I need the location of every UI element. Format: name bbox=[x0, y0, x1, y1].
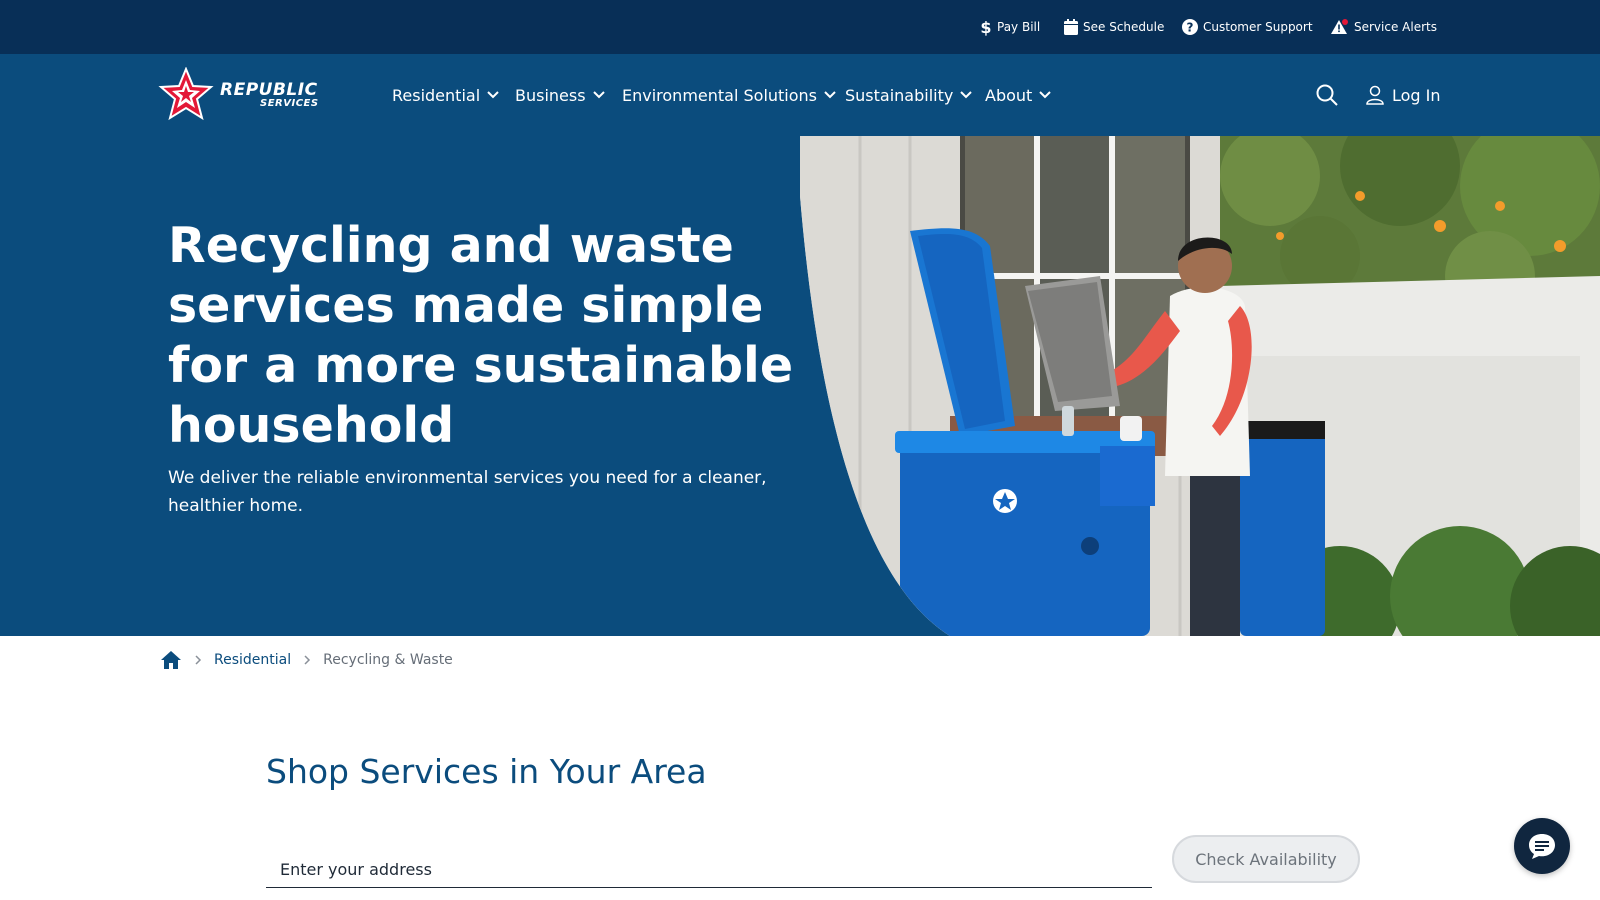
search-button[interactable] bbox=[1315, 83, 1339, 107]
hero-title: Recycling and waste services made simple… bbox=[168, 217, 794, 454]
hero-photo bbox=[800, 136, 1600, 636]
nav-residential-label: Residential bbox=[392, 85, 481, 105]
shop-services-title: Shop Services in Your Area bbox=[266, 752, 707, 791]
search-icon bbox=[1316, 84, 1338, 106]
see-schedule-label: See Schedule bbox=[1083, 20, 1165, 34]
nav-about[interactable]: About bbox=[985, 83, 1052, 107]
breadcrumb-residential[interactable]: Residential bbox=[214, 652, 291, 668]
service-alerts-link[interactable]: Service Alerts bbox=[1331, 17, 1437, 37]
nav-environmental-solutions-label: Environmental Solutions bbox=[622, 85, 818, 105]
see-schedule-link[interactable]: See Schedule bbox=[1064, 17, 1164, 37]
nav-about-label: About bbox=[985, 85, 1033, 105]
star-logo-icon bbox=[158, 67, 214, 121]
breadcrumb: Residential Recycling & Waste bbox=[160, 648, 453, 672]
pay-bill-link[interactable]: $ Pay Bill bbox=[980, 17, 1040, 37]
chevron-down-icon bbox=[960, 91, 973, 99]
chat-bubble-icon bbox=[1529, 834, 1555, 859]
hero-section: Recycling and waste services made simple… bbox=[0, 136, 1600, 636]
chevron-right-icon bbox=[303, 654, 311, 666]
hero-subtitle: We deliver the reliable environmental se… bbox=[168, 468, 767, 516]
chevron-down-icon bbox=[824, 91, 836, 99]
dollar-icon: $ bbox=[980, 18, 991, 36]
nav-business[interactable]: Business bbox=[515, 83, 606, 107]
question-circle-icon: ? bbox=[1182, 19, 1198, 35]
login-label: Log In bbox=[1392, 85, 1441, 105]
chevron-down-icon bbox=[592, 91, 605, 99]
logo-line-1: REPUBLIC bbox=[220, 79, 318, 100]
warning-triangle-icon bbox=[1331, 19, 1348, 34]
nav-business-label: Business bbox=[515, 85, 586, 105]
service-alerts-label: Service Alerts bbox=[1354, 20, 1437, 34]
logo-line-2: SERVICES bbox=[260, 97, 319, 109]
check-availability-button[interactable]: Check Availability bbox=[1172, 835, 1360, 883]
chevron-down-icon bbox=[1039, 91, 1052, 99]
nav-sustainability[interactable]: Sustainability bbox=[845, 83, 973, 107]
utility-bar: $ Pay Bill See Schedule ? Customer Suppo… bbox=[0, 0, 1600, 54]
customer-support-link[interactable]: ? Customer Support bbox=[1182, 17, 1313, 37]
home-icon bbox=[161, 651, 181, 669]
logo-wordmark: REPUBLIC SERVICES bbox=[220, 79, 319, 109]
nav-environmental-solutions[interactable]: Environmental Solutions bbox=[622, 83, 837, 107]
svg-text:?: ? bbox=[1187, 21, 1194, 35]
login-link[interactable]: Log In bbox=[1366, 83, 1441, 107]
address-input[interactable] bbox=[266, 852, 1152, 888]
customer-support-label: Customer Support bbox=[1203, 20, 1313, 34]
chat-button[interactable] bbox=[1514, 818, 1570, 874]
calendar-icon bbox=[1064, 19, 1078, 35]
nav-residential[interactable]: Residential bbox=[392, 83, 500, 107]
chevron-down-icon bbox=[487, 91, 499, 99]
republic-services-logo[interactable]: REPUBLIC SERVICES bbox=[158, 67, 319, 123]
breadcrumb-home[interactable] bbox=[160, 650, 182, 670]
chevron-right-icon bbox=[194, 654, 202, 666]
pay-bill-label: Pay Bill bbox=[997, 20, 1041, 34]
nav-sustainability-label: Sustainability bbox=[845, 85, 954, 105]
breadcrumb-current: Recycling & Waste bbox=[323, 652, 453, 668]
main-header: REPUBLIC SERVICES Residential Business E… bbox=[0, 54, 1600, 136]
user-icon bbox=[1366, 85, 1384, 105]
svg-text:$: $ bbox=[980, 18, 991, 36]
